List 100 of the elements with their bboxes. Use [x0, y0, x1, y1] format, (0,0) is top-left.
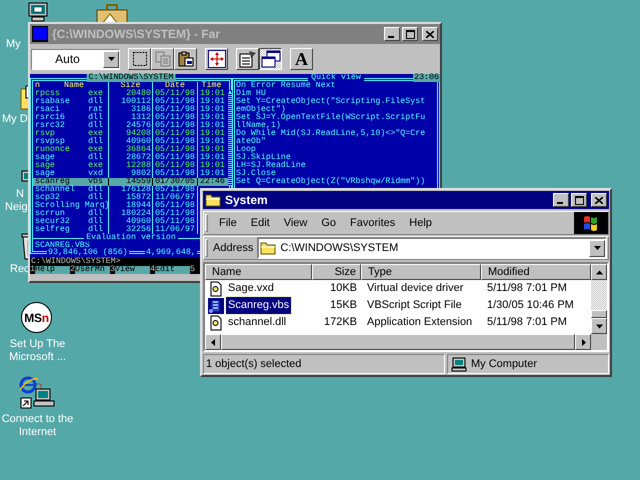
file-size: 28672 — [109, 154, 153, 162]
file-name-cell[interactable]: sage dll — [33, 154, 109, 162]
column-header[interactable]: Size — [312, 264, 361, 280]
key-number: 3 — [110, 266, 115, 274]
icon-label: Connect to the — [0, 413, 74, 426]
folder-icon[interactable] — [20, 84, 28, 110]
font-size-dropdown[interactable]: Auto — [31, 48, 120, 70]
file-size: 36864 — [109, 146, 153, 154]
file-date: 05/11/98 — [153, 162, 198, 170]
gear-document-icon[interactable] — [208, 314, 224, 330]
file-time: 19:01 — [199, 106, 226, 114]
address-field[interactable]: C:\WINDOWS\SYSTEM — [257, 237, 607, 259]
file-time: 19:01 — [199, 122, 226, 130]
file-time: 19:01 — [199, 138, 226, 146]
file-name-cell[interactable]: rsrc32 dll — [33, 122, 109, 130]
file-name: rsrc16 — [35, 114, 65, 122]
file-name-cell[interactable]: rsaci rat — [33, 106, 109, 114]
file-name[interactable]: Scanreg.vbs — [226, 297, 292, 314]
code-line: ateOb" — [236, 138, 267, 146]
menu-item[interactable]: Go — [314, 214, 344, 232]
file-name: secur32 — [35, 218, 70, 226]
file-name-cell[interactable]: scanreg vbs — [33, 178, 109, 186]
close-button[interactable] — [591, 193, 607, 207]
toolbar-button[interactable] — [259, 48, 282, 70]
font-button[interactable]: A — [290, 48, 313, 70]
address-text: C:\WINDOWS\SYSTEM — [280, 240, 400, 256]
menu-item[interactable]: View — [276, 214, 314, 232]
file-name-cell[interactable]: runonce exe — [33, 146, 109, 154]
file-name-cell[interactable]: schannel dll — [33, 186, 109, 194]
icon-label: Set Up The — [8, 338, 66, 351]
globe-computer-icon[interactable] — [18, 376, 56, 410]
panel-footer-text: Evaluation version — [84, 234, 178, 242]
file-time: 19:01 — [199, 130, 226, 138]
scroll-thumb[interactable] — [591, 310, 607, 318]
column-header[interactable]: Type — [361, 264, 481, 280]
scroll-down-icon[interactable] — [596, 322, 602, 330]
minimize-button[interactable] — [384, 27, 400, 41]
code-line: Set SJ=Y.OpenTextFile(WScript.ScriptFu — [236, 114, 426, 122]
file-date: 05/11/98 — [153, 202, 198, 210]
gear-document-icon[interactable] — [208, 280, 224, 296]
maximize-button[interactable] — [571, 193, 587, 207]
close-button[interactable] — [422, 27, 438, 41]
file-extension: dll — [88, 98, 104, 106]
key-label[interactable]: UserMn — [75, 266, 110, 274]
file-name-cell[interactable]: rsabase dll — [33, 98, 109, 106]
file-name-cell[interactable]: rsrc16 dll — [33, 114, 109, 122]
file-type: VBScript Script File — [366, 298, 463, 314]
file-size: 40960 — [109, 218, 153, 226]
scrollbar[interactable] — [228, 90, 232, 186]
file-name-cell[interactable]: scrrun dll — [33, 210, 109, 218]
file-name-cell[interactable]: rpcss exe — [33, 90, 109, 98]
dropdown-arrow-icon[interactable] — [594, 246, 600, 250]
key-label[interactable]: View — [115, 266, 150, 274]
file-name-cell[interactable]: scp32 dll — [33, 194, 109, 202]
minimize-button[interactable] — [553, 193, 569, 207]
two-windows-icon — [260, 50, 280, 68]
scroll-right-icon[interactable] — [580, 338, 586, 346]
file-date: 05/11/98 — [153, 90, 198, 98]
file-name-cell[interactable]: sage exe — [33, 162, 109, 170]
file-name-cell[interactable]: secur32 dll — [33, 218, 109, 226]
vertical-scrollbar[interactable] — [591, 264, 607, 334]
menu-item[interactable]: Favorites — [343, 214, 402, 232]
computer-icon[interactable] — [28, 2, 48, 22]
column-header[interactable]: Modified — [481, 264, 591, 280]
scroll-icon[interactable] — [208, 298, 224, 314]
file-type: Virtual device driver — [366, 281, 464, 296]
scroll-up-icon[interactable] — [596, 268, 602, 276]
scroll-up-icon[interactable] — [228, 90, 232, 94]
file-size: 172KB — [322, 315, 358, 330]
file-name: rsrc32 — [35, 122, 65, 130]
file-size: 15KB — [329, 298, 358, 314]
file-extension: vbs — [88, 178, 104, 186]
window-title: {C:\WINDOWS\SYSTEM} - Far — [52, 26, 222, 43]
file-name: sage — [35, 170, 55, 178]
key-number: 1 — [30, 266, 35, 274]
menu-item[interactable]: Edit — [244, 214, 277, 232]
column-header: Size — [109, 82, 153, 90]
horizontal-scrollbar[interactable] — [205, 334, 607, 350]
maximize-button[interactable] — [402, 27, 418, 41]
file-date: 01/30/05 — [153, 178, 198, 186]
command-line[interactable]: C:\WINDOWS\SYSTEM> — [30, 258, 121, 266]
file-name: scrrun — [35, 210, 65, 218]
file-name[interactable]: Sage.vxd — [226, 280, 276, 297]
column-header: Name — [63, 82, 85, 90]
file-size: 14559 — [109, 178, 153, 186]
file-date: 11/06/97 — [153, 194, 198, 202]
file-name[interactable]: schannel.dll — [226, 314, 288, 331]
menu-item[interactable]: Help — [402, 214, 439, 232]
window-title: System — [225, 192, 269, 209]
code-line: llName,1) — [236, 122, 281, 130]
file-name-cell[interactable]: rsvp exe — [33, 130, 109, 138]
file-type: Application Extension — [366, 315, 474, 330]
scroll-left-icon[interactable] — [210, 338, 216, 346]
file-date: 05/11/98 — [153, 106, 198, 114]
file-name-cell[interactable]: rsvpsp dll — [33, 138, 109, 146]
code-line: Dim HU — [236, 90, 266, 98]
column-header[interactable]: Name — [205, 264, 312, 280]
menu-item[interactable]: File — [212, 214, 244, 232]
file-modified: 1/30/05 10:46 PM — [486, 298, 575, 314]
file-size: 40960 — [109, 138, 153, 146]
